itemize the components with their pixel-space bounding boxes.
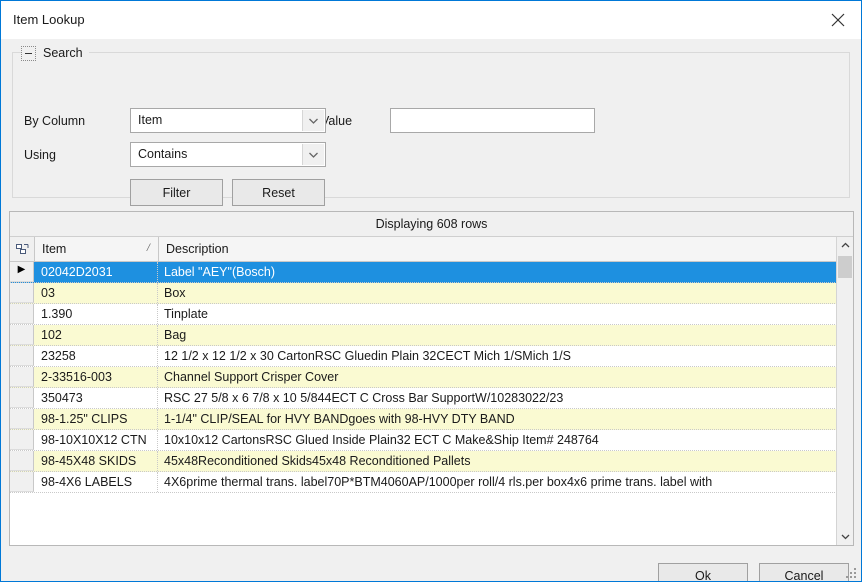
chevron-down-icon[interactable] — [302, 144, 324, 165]
grid-column-header-description-label: Description — [166, 242, 229, 256]
cell-description: Channel Support Crisper Cover — [164, 370, 339, 384]
grid-vertical-scrollbar[interactable] — [836, 237, 853, 545]
results-grid-panel: Displaying 608 rows Item ⁄ Description ▶… — [9, 211, 854, 546]
scrollbar-thumb[interactable] — [838, 256, 852, 278]
table-row[interactable]: 2-33516-003 Channel Support Crisper Cover — [10, 367, 853, 388]
grip-dot — [846, 576, 848, 578]
grid-rows: ▶ 02042D2031 Label "AEY"(Bosch) 03 Box 1.390 T… — [10, 262, 853, 493]
cell-description: 10x10x12 CartonsRSC Glued Inside Plain32… — [164, 433, 599, 447]
cell-item: 98-45X48 SKIDS — [34, 451, 158, 471]
row-gutter[interactable]: ▶ — [10, 262, 34, 282]
cell-item: 03 — [34, 283, 158, 303]
chevron-down-icon[interactable] — [302, 110, 324, 131]
table-row[interactable]: 23258 12 1/2 x 12 1/2 x 30 CartonRSC Glue… — [10, 346, 853, 367]
table-row[interactable]: 98-45X48 SKIDS 45x48Reconditioned Skids45… — [10, 451, 853, 472]
scroll-down-arrow-icon[interactable] — [837, 528, 853, 545]
scroll-up-arrow-icon[interactable] — [837, 237, 853, 254]
row-gutter[interactable] — [10, 325, 34, 345]
by-column-selected-value: Item — [138, 113, 163, 127]
using-select[interactable]: Contains — [130, 142, 326, 167]
cell-item: 98-4X6 LABELS — [34, 472, 158, 492]
reset-button[interactable]: Reset — [232, 179, 325, 206]
close-icon — [831, 13, 845, 27]
collapse-minus-icon[interactable] — [21, 45, 36, 61]
table-row[interactable]: 102 Bag — [10, 325, 853, 346]
grid-body: Item ⁄ Description ▶ 02042D2031 Label "AEY… — [10, 237, 853, 545]
row-gutter[interactable] — [10, 346, 34, 366]
current-row-arrow-icon: ▶ — [17, 264, 26, 275]
table-row[interactable]: 03 Box — [10, 283, 853, 304]
cell-item: 350473 — [34, 388, 158, 408]
cell-item: 2-33516-003 — [34, 367, 158, 387]
row-gutter[interactable] — [10, 367, 34, 387]
grid-row-count-caption: Displaying 608 rows — [10, 212, 853, 237]
row-gutter[interactable] — [10, 283, 34, 303]
cell-item: 98-1.25" CLIPS — [34, 409, 158, 429]
row-gutter[interactable] — [10, 388, 34, 408]
resize-grip-icon[interactable] — [846, 566, 858, 578]
grid-header-row: Item ⁄ Description — [10, 237, 853, 262]
row-gutter[interactable] — [10, 430, 34, 450]
cell-item: 02042D2031 — [34, 262, 158, 282]
cell-description: Tinplate — [164, 307, 209, 321]
cell-description: 4X6prime thermal trans. label70P*BTM4060… — [164, 475, 713, 489]
column-selector-icon[interactable] — [10, 237, 35, 261]
table-row[interactable]: 98-1.25" CLIPS 1-1/4" CLIP/SEAL for HVY B… — [10, 409, 853, 430]
filter-button[interactable]: Filter — [130, 179, 223, 206]
grip-dot — [854, 568, 856, 570]
dialog-client-area: Search By Column Using Value Item Contai… — [1, 39, 861, 581]
table-row[interactable]: 1.390 Tinplate — [10, 304, 853, 325]
cell-description: 45x48Reconditioned Skids45x48 Reconditio… — [164, 454, 471, 468]
search-group-legend[interactable]: Search — [21, 44, 89, 62]
cell-item: 23258 — [34, 346, 158, 366]
search-group-label: Search — [43, 46, 83, 60]
grip-dot — [854, 572, 856, 574]
grid-column-header-item-label: Item — [42, 242, 67, 256]
table-row[interactable]: 350473 RSC 27 5/8 x 6 7/8 x 10 5/844ECT C… — [10, 388, 853, 409]
cell-description: RSC 27 5/8 x 6 7/8 x 10 5/844ECT C Cross… — [164, 391, 564, 405]
row-gutter[interactable] — [10, 472, 34, 492]
using-selected-value: Contains — [138, 147, 188, 161]
table-row[interactable]: ▶ 02042D2031 Label "AEY"(Bosch) — [10, 262, 853, 283]
table-row[interactable]: 98-4X6 LABELS 4X6prime thermal trans. lab… — [10, 472, 853, 493]
grip-dot — [850, 576, 852, 578]
ok-button[interactable]: Ok — [658, 563, 748, 581]
row-gutter[interactable] — [10, 304, 34, 324]
cancel-button[interactable]: Cancel — [759, 563, 849, 581]
cell-description: Label "AEY"(Bosch) — [164, 265, 276, 279]
row-gutter[interactable] — [10, 451, 34, 471]
cell-description: 12 1/2 x 12 1/2 x 30 CartonRSC Gluedin P… — [164, 349, 571, 363]
by-column-label: By Column — [24, 114, 86, 128]
grid-column-header-item[interactable]: Item ⁄ — [35, 237, 159, 261]
value-input[interactable] — [390, 108, 595, 133]
cell-description: 1-1/4" CLIP/SEAL for HVY BANDgoes with 9… — [164, 412, 515, 426]
by-column-select[interactable]: Item — [130, 108, 326, 133]
sort-ascending-icon: ⁄ — [148, 242, 150, 254]
title-bar: Item Lookup — [1, 1, 861, 40]
cell-description: Bag — [164, 328, 187, 342]
grip-dot — [854, 576, 856, 578]
using-label: Using — [24, 148, 56, 162]
window-title: Item Lookup — [13, 12, 85, 27]
cell-item: 1.390 — [34, 304, 158, 324]
cell-item: 98-10X10X12 CTN — [34, 430, 158, 450]
grid-column-header-description[interactable]: Description — [159, 237, 853, 261]
row-gutter[interactable] — [10, 409, 34, 429]
grip-dot — [850, 572, 852, 574]
cell-description: Box — [164, 286, 186, 300]
close-button[interactable] — [815, 1, 861, 38]
table-row[interactable]: 98-10X10X12 CTN 10x10x12 CartonsRSC Glued… — [10, 430, 853, 451]
item-lookup-dialog: Item Lookup Search By Column Using Value… — [0, 0, 862, 582]
cell-item: 102 — [34, 325, 158, 345]
